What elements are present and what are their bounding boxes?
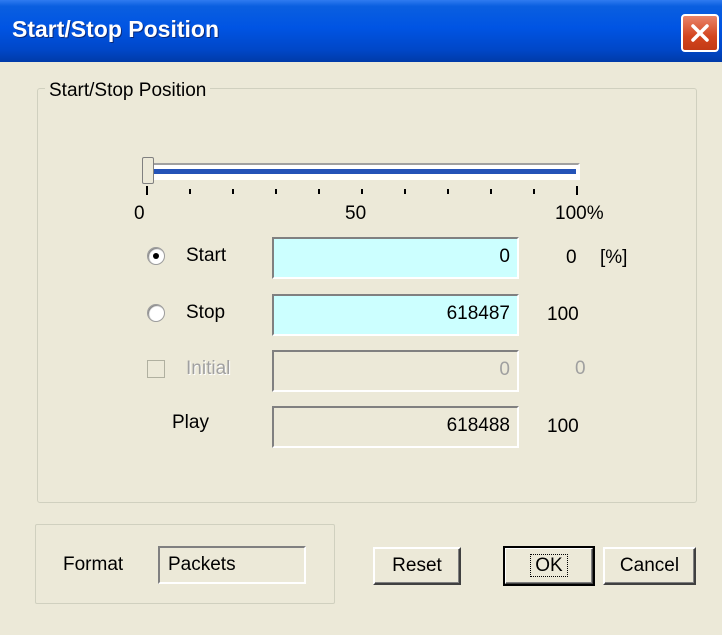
initial-percent: 0 xyxy=(575,358,586,379)
slider-tick xyxy=(275,189,277,194)
scale-label-min: 0 xyxy=(134,203,145,224)
reset-button[interactable]: Reset xyxy=(373,547,461,585)
reset-button-label: Reset xyxy=(392,555,442,576)
cancel-button-label: Cancel xyxy=(619,555,680,576)
stop-percent: 100 xyxy=(547,304,579,325)
initial-label: Initial xyxy=(186,358,231,379)
start-value-field[interactable]: 0 xyxy=(272,237,519,279)
title-bar[interactable]: Start/Stop Position xyxy=(0,0,722,62)
slider-tick xyxy=(232,189,234,194)
slider-tick xyxy=(533,189,535,194)
start-label: Start xyxy=(186,245,227,266)
slider-tick xyxy=(576,186,578,195)
slider-tick xyxy=(318,189,320,194)
slider-tick xyxy=(404,189,406,194)
stop-radio[interactable] xyxy=(147,304,165,322)
stop-value-field[interactable]: 618487 xyxy=(272,294,519,336)
start-percent: 0 xyxy=(566,247,577,268)
initial-checkbox[interactable] xyxy=(147,360,165,378)
slider-tick xyxy=(490,189,492,194)
radio-selected-dot xyxy=(153,253,159,259)
ok-button[interactable]: OK xyxy=(503,546,595,586)
slider-tick xyxy=(447,189,449,194)
ok-button-label: OK xyxy=(530,554,568,577)
group-legend: Start/Stop Position xyxy=(45,80,211,102)
play-label: Play xyxy=(172,412,209,433)
slider-tick xyxy=(146,186,148,195)
slider-tick xyxy=(189,189,191,194)
initial-value-field: 0 xyxy=(272,350,519,392)
stop-label: Stop xyxy=(186,302,226,323)
start-radio[interactable] xyxy=(147,247,165,265)
position-slider-track[interactable] xyxy=(150,163,580,180)
slider-tick xyxy=(361,189,363,194)
dialog-window: Start/Stop Position Start/Stop Position … xyxy=(0,0,722,635)
play-percent: 100 xyxy=(547,416,579,437)
cancel-button[interactable]: Cancel xyxy=(603,547,696,585)
close-icon xyxy=(691,24,709,42)
position-slider-fill xyxy=(154,169,576,174)
format-value-field: Packets xyxy=(158,546,306,584)
scale-label-max: 100% xyxy=(555,203,604,224)
percent-unit: [%] xyxy=(600,247,628,268)
scale-label-mid: 50 xyxy=(345,203,367,224)
close-button[interactable] xyxy=(681,14,719,52)
position-slider-thumb[interactable] xyxy=(142,157,154,184)
format-label: Format xyxy=(63,554,124,575)
window-title: Start/Stop Position xyxy=(12,16,219,42)
play-value-field: 618488 xyxy=(272,406,519,448)
